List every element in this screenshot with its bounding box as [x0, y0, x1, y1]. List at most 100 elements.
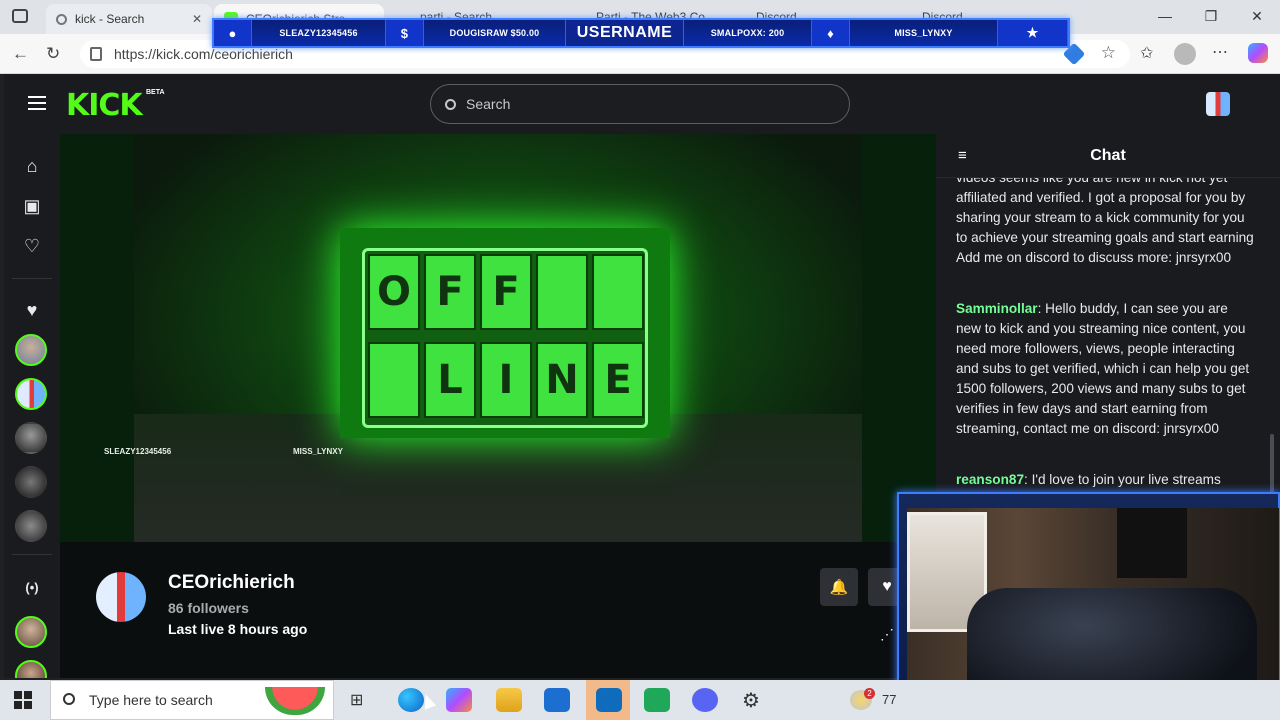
- outlook-logo-icon: [596, 688, 622, 712]
- dollar-icon: $: [386, 20, 424, 46]
- kick-topnav: KICK BETA Search: [4, 74, 1280, 134]
- copilot-app-icon[interactable]: [446, 688, 472, 712]
- offline-tile: E: [592, 342, 644, 418]
- followed-channel-avatar[interactable]: [15, 466, 47, 498]
- settings-gear-icon[interactable]: ⚙: [742, 688, 760, 713]
- video-player[interactable]: O F F L I N E SLEAZY12345456 MISS_LYNXY: [60, 134, 936, 542]
- mouse-cursor-icon: [419, 692, 437, 710]
- back-icon[interactable]: ←: [12, 44, 29, 64]
- chat-header: ≡ Chat: [936, 134, 1280, 178]
- restore-icon[interactable]: ❐: [1188, 8, 1234, 25]
- collapse-chat-icon[interactable]: ≡: [958, 147, 967, 164]
- task-view-icon[interactable]: ⊞: [350, 690, 363, 710]
- search-icon: [56, 13, 67, 25]
- user-avatar[interactable]: [1206, 92, 1230, 116]
- tab-title: kick - Search: [75, 12, 145, 26]
- stream-alert-overlay: ● SLEAZY12345456 $ DOUGISRAW $50.00 USER…: [212, 18, 1070, 48]
- favorites-icon[interactable]: ✩: [1140, 43, 1153, 63]
- chat-username[interactable]: reanson87: [956, 472, 1024, 487]
- followed-heart-icon: ♥: [26, 300, 38, 320]
- follower-count: 86 followers: [168, 600, 249, 616]
- overlay-top-donation: DOUGISRAW $50.00: [424, 20, 566, 46]
- tab-kick-search[interactable]: kick - Search ✕: [46, 4, 212, 34]
- offline-tile: F: [480, 254, 532, 330]
- site-info-icon[interactable]: [90, 47, 102, 61]
- recommended-channel-avatar[interactable]: [15, 660, 47, 678]
- edge-icon[interactable]: [398, 688, 424, 712]
- channel-info: CEOrichierich 86 followers Last live 8 h…: [60, 542, 936, 678]
- star-icon: ★: [998, 20, 1068, 46]
- followed-channel-avatar[interactable]: [15, 422, 47, 454]
- following-icon[interactable]: ♡: [18, 236, 46, 257]
- search-input[interactable]: Search: [430, 84, 850, 124]
- followed-channel-avatar[interactable]: [15, 510, 47, 542]
- favorite-star-icon[interactable]: ☆: [1101, 43, 1116, 63]
- offline-label-left: SLEAZY12345456: [104, 447, 172, 456]
- offline-row-bottom: L I N E: [368, 342, 644, 418]
- weather-temperature: 77: [882, 692, 897, 707]
- offline-tile: N: [536, 342, 588, 418]
- search-icon: [445, 98, 456, 110]
- chat-message: reanson87: I'd love to join your live st…: [956, 470, 1256, 490]
- offline-tile: [536, 254, 588, 330]
- hamburger-menu-icon[interactable]: [28, 96, 46, 110]
- overlay-latest-sub: MISS_LYNXY: [850, 20, 998, 46]
- channel-name[interactable]: CEOrichierich: [168, 572, 295, 594]
- profile-avatar[interactable]: [1174, 43, 1196, 65]
- overlay-top-follower: SLEAZY12345456: [252, 20, 386, 46]
- start-button-icon[interactable]: [14, 691, 32, 709]
- close-icon[interactable]: ✕: [192, 12, 202, 26]
- user-icon: ●: [214, 20, 252, 46]
- kick-logo[interactable]: KICK: [66, 88, 143, 123]
- webcam-panel: [1117, 508, 1187, 578]
- discord-icon[interactable]: [692, 688, 718, 712]
- recommended-channel-avatar[interactable]: [15, 616, 47, 648]
- notification-count: 2: [864, 688, 875, 699]
- overlay-username: USERNAME: [566, 20, 684, 46]
- file-explorer-icon[interactable]: [496, 688, 522, 712]
- offline-board: O F F L I N E: [340, 228, 670, 438]
- chat-message: videos seems like you are new in kick no…: [956, 178, 1256, 268]
- live-broadcast-icon: (•): [25, 580, 39, 595]
- windows-taskbar: Type here to search ⊞ ⚙ 2 77: [0, 680, 1280, 720]
- offline-tile: I: [480, 342, 532, 418]
- browse-icon[interactable]: ▣: [18, 196, 46, 217]
- chat-username[interactable]: Samminollar: [956, 301, 1038, 316]
- offline-row-top: O F F: [368, 254, 644, 330]
- notification-bell-button[interactable]: 🔔: [820, 568, 858, 606]
- followed-channel-avatar[interactable]: [15, 378, 47, 410]
- watermelon-icon: [265, 687, 325, 715]
- minimize-icon[interactable]: —: [1142, 8, 1188, 24]
- copilot-icon[interactable]: [1248, 43, 1268, 63]
- offline-tile: F: [424, 254, 476, 330]
- chat-message: Samminollar: Hello buddy, I can see you …: [956, 299, 1256, 439]
- kick-sidebar: ⌂ ▣ ♡ ♥ (•): [4, 134, 60, 678]
- offline-label-right: MISS_LYNXY: [293, 447, 343, 456]
- taskbar-search-input[interactable]: Type here to search: [50, 680, 334, 720]
- sidebar-divider: [12, 278, 52, 279]
- url-text: https://kick.com/ceorichierich: [114, 46, 293, 62]
- offline-tile: [368, 342, 420, 418]
- offline-tile: L: [424, 342, 476, 418]
- chat-message-text: : Hello buddy, I can see you are new to …: [956, 301, 1250, 436]
- last-live: Last live 8 hours ago: [168, 621, 308, 637]
- window-close-icon[interactable]: ✕: [1234, 8, 1280, 25]
- more-menu-icon[interactable]: ⋯: [1212, 42, 1228, 62]
- taskbar-search-placeholder: Type here to search: [89, 692, 213, 708]
- app-icon[interactable]: [644, 688, 670, 712]
- beta-badge: BETA: [146, 89, 165, 96]
- chat-message-text: videos seems like you are new in kick no…: [956, 178, 1254, 265]
- sidebar-divider: [12, 554, 52, 555]
- channel-avatar[interactable]: [96, 572, 146, 622]
- overlay-top-cheer: SMALPOXX: 200: [684, 20, 812, 46]
- chat-message-text: : I'd love to join your live streams: [1024, 472, 1221, 487]
- share-icon[interactable]: ⋰: [880, 626, 894, 643]
- tab-actions-icon[interactable]: [12, 9, 28, 23]
- followed-channel-avatar[interactable]: [15, 334, 47, 366]
- home-icon[interactable]: ⌂: [18, 156, 46, 177]
- search-placeholder: Search: [466, 96, 511, 112]
- offline-tile: [592, 254, 644, 330]
- store-icon[interactable]: [544, 688, 570, 712]
- offline-tile: O: [368, 254, 420, 330]
- refresh-icon[interactable]: ↻: [46, 44, 60, 64]
